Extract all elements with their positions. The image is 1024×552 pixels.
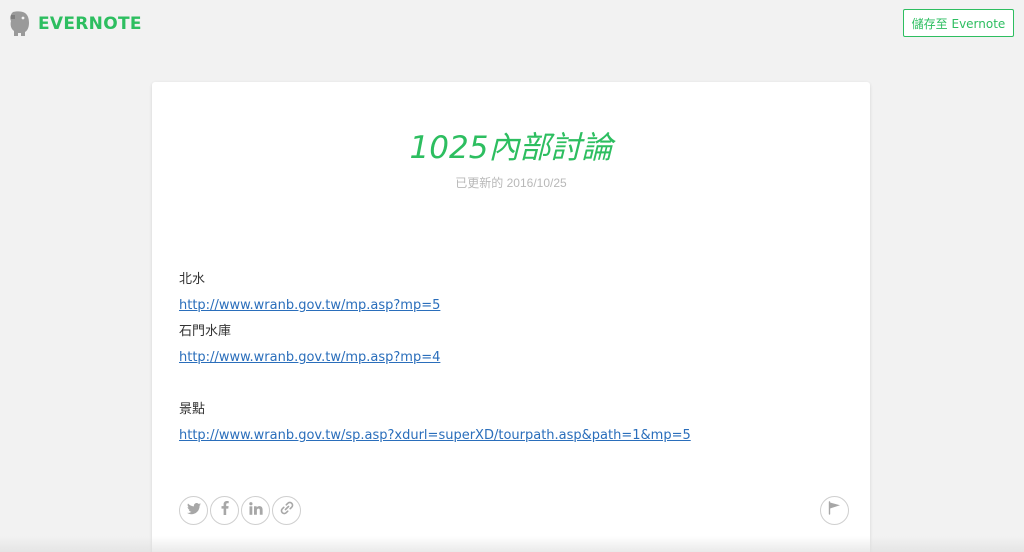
share-twitter-button[interactable] — [179, 496, 208, 525]
note-line: 景點 — [179, 397, 839, 423]
note-text: 景點 — [179, 402, 206, 417]
note-link[interactable]: http://www.wranb.gov.tw/mp.asp?mp=5 — [179, 298, 440, 313]
note-body: 北水 http://www.wranb.gov.tw/mp.asp?mp=5 石… — [179, 267, 839, 449]
note-link[interactable]: http://www.wranb.gov.tw/mp.asp?mp=4 — [179, 350, 440, 365]
updated-date: 已更新的 2016/10/25 — [455, 176, 567, 190]
note-title: 1025內部討論 — [409, 130, 613, 166]
note-link[interactable]: http://www.wranb.gov.tw/sp.asp?xdurl=sup… — [179, 428, 691, 443]
note-line: http://www.wranb.gov.tw/sp.asp?xdurl=sup… — [179, 423, 839, 449]
note-line: 北水 — [179, 267, 839, 293]
evernote-logo[interactable]: EVERNOTE — [8, 9, 142, 39]
page: EVERNOTE 儲存至 Evernote 1025內部討論 已更新的 2016… — [0, 0, 1024, 552]
note-line: http://www.wranb.gov.tw/mp.asp?mp=4 — [179, 345, 839, 371]
note-text: 北水 — [179, 272, 206, 287]
linkedin-icon — [248, 501, 263, 520]
twitter-icon — [186, 502, 201, 520]
share-linkedin-button[interactable] — [241, 496, 270, 525]
report-flag-button[interactable] — [820, 496, 849, 525]
elephant-icon — [8, 10, 32, 38]
logo-text: EVERNOTE — [38, 14, 142, 34]
share-buttons — [179, 496, 301, 525]
note-blank-line — [179, 371, 839, 397]
header: EVERNOTE 儲存至 Evernote — [0, 0, 1024, 50]
note-line: 石門水庫 — [179, 319, 839, 345]
facebook-icon — [221, 501, 229, 520]
bottom-shadow — [0, 536, 1024, 552]
save-to-evernote-button[interactable]: 儲存至 Evernote — [903, 9, 1014, 37]
note-line: http://www.wranb.gov.tw/mp.asp?mp=5 — [179, 293, 839, 319]
copy-link-button[interactable] — [272, 496, 301, 525]
share-facebook-button[interactable] — [210, 496, 239, 525]
link-icon — [280, 501, 294, 520]
note-card: 1025內部討論 已更新的 2016/10/25 北水 http://www.w… — [152, 82, 870, 552]
note-text: 石門水庫 — [179, 324, 232, 339]
flag-icon — [828, 501, 841, 520]
